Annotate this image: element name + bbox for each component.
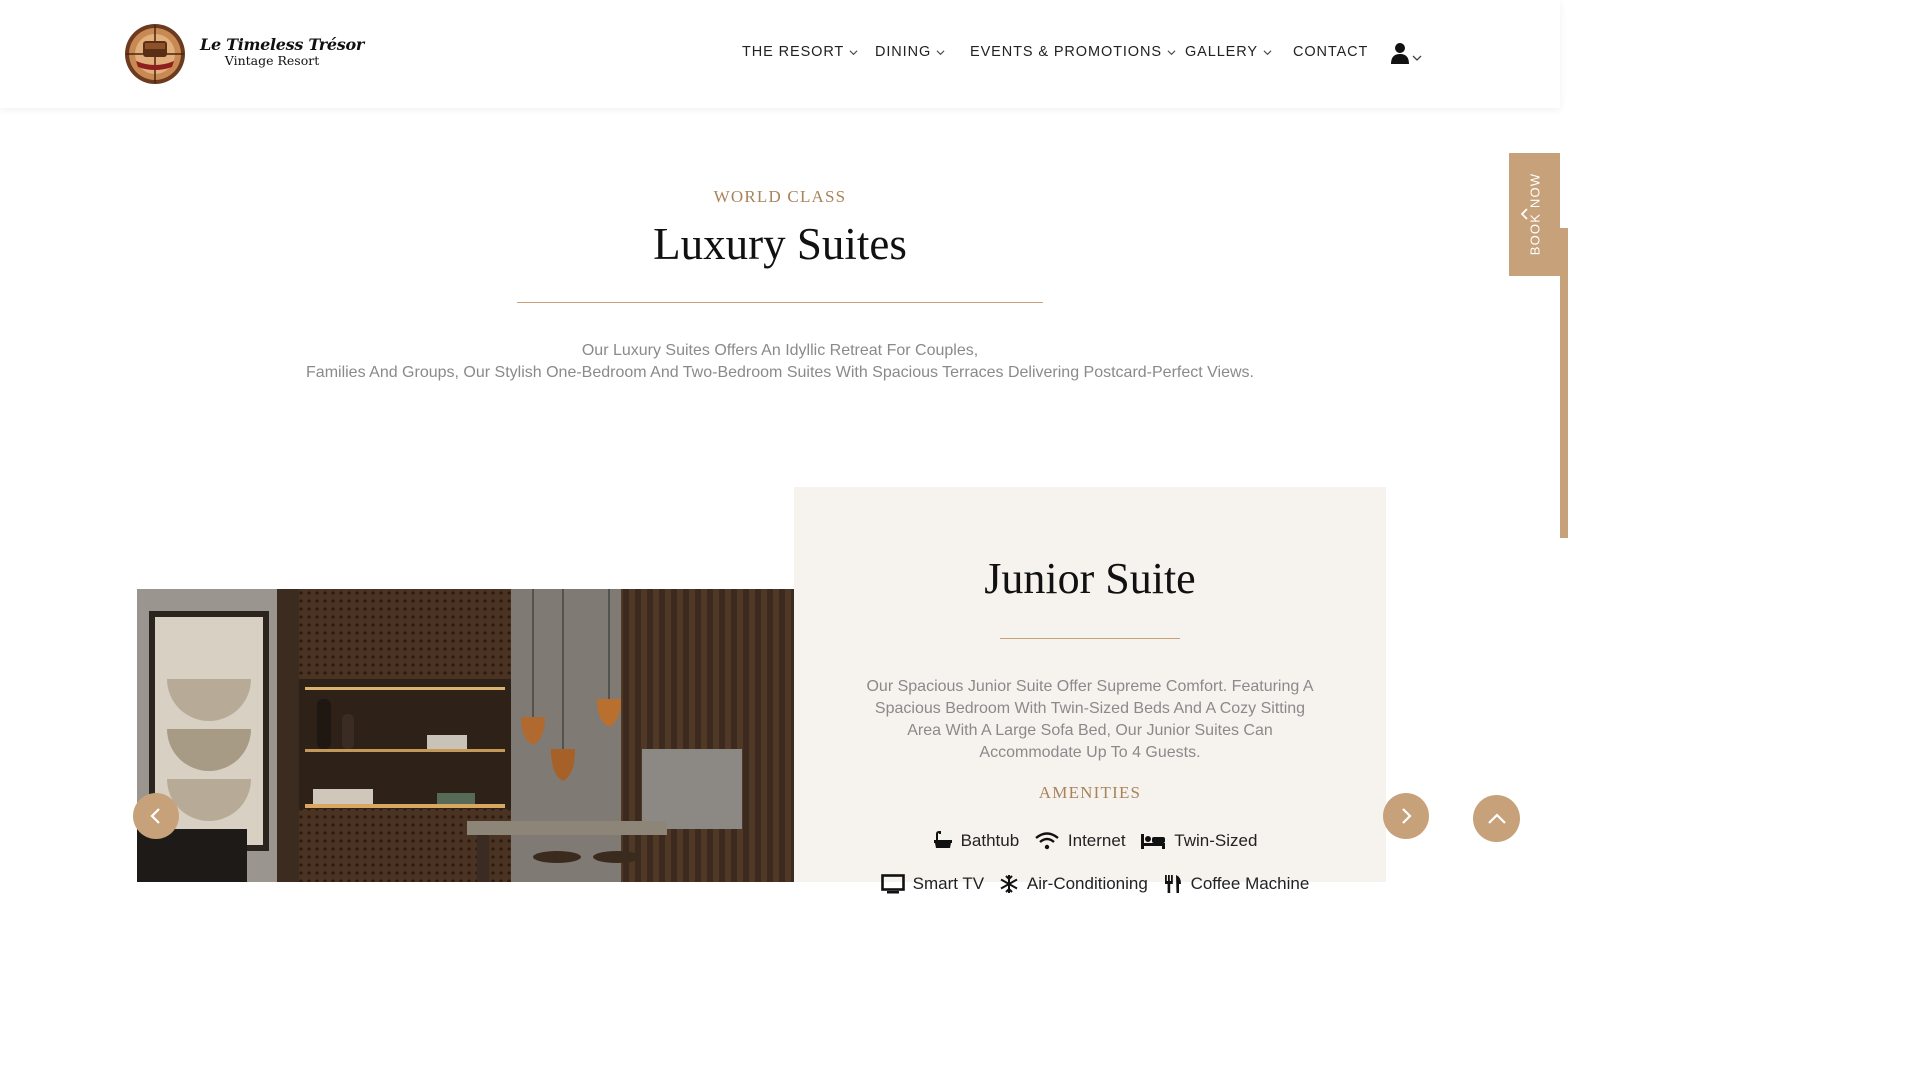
- carousel-next-button[interactable]: [1383, 793, 1429, 839]
- nav-label: GALLERY: [1185, 44, 1258, 60]
- brand-wordmark[interactable]: Le Timeless Trésor Vintage Resort: [200, 35, 364, 68]
- intro-line-1: Our Luxury Suites Offers An Idyllic Retr…: [581, 342, 979, 359]
- chevron-up-icon: [1487, 812, 1506, 824]
- bathtub-icon: [933, 831, 952, 848]
- tv-icon: [880, 874, 905, 894]
- nav-the-resort[interactable]: THE RESORT: [742, 44, 858, 60]
- amenity-air-conditioning: Air-Conditioning: [999, 865, 1148, 903]
- amenity-bathtub: Bathtub: [933, 822, 1020, 860]
- site-header: Le Timeless Trésor Vintage Resort THE RE…: [0, 0, 1560, 108]
- brand-name: Le Timeless Trésor: [200, 35, 364, 54]
- amenity-label: Smart TV: [912, 874, 985, 893]
- suite-divider: [1000, 638, 1180, 639]
- nav-events-promotions[interactable]: EVENTS & PROMOTIONS: [970, 44, 1176, 60]
- chevron-right-icon: [1402, 808, 1412, 824]
- amenity-internet: Internet: [1034, 822, 1126, 860]
- bed-icon: [1141, 834, 1166, 849]
- intro-description: Our Luxury Suites Offers An Idyllic Retr…: [0, 340, 1560, 384]
- chevron-down-icon: [1167, 49, 1176, 55]
- amenity-label: Internet: [1067, 831, 1126, 850]
- nav-label: EVENTS & PROMOTIONS: [970, 44, 1162, 60]
- suite-title: Junior Suite: [984, 554, 1196, 603]
- page-title: Luxury Suites: [653, 219, 907, 269]
- nav-label: CONTACT: [1293, 44, 1369, 60]
- nav-label: DINING: [875, 44, 932, 60]
- chevron-down-icon: [849, 49, 858, 55]
- scroll-to-top-button[interactable]: [1473, 795, 1520, 842]
- wifi-icon: [1035, 832, 1059, 850]
- suite-photo: [137, 589, 794, 882]
- carousel-prev-button[interactable]: [133, 793, 179, 839]
- amenity-bed: Twin-Sized: [1140, 822, 1257, 860]
- nav-label: THE RESORT: [742, 44, 845, 60]
- amenities-list: Bathtub Internet Twin-Sized Smart TV Air…: [870, 822, 1320, 908]
- amenity-label: Air-Conditioning: [1026, 874, 1148, 893]
- utensils-icon: [1164, 875, 1181, 893]
- chevron-down-icon: [1263, 49, 1272, 55]
- section-eyebrow: WORLD CLASS: [713, 187, 847, 206]
- intro-line-2: Families And Groups, Our Stylish One-Bed…: [306, 364, 1254, 381]
- amenity-label: Coffee Machine: [1190, 874, 1310, 893]
- chevron-left-icon: [150, 808, 160, 824]
- amenity-label: Bathtub: [960, 831, 1020, 850]
- title-divider: [517, 302, 1043, 303]
- chevron-down-icon: [936, 49, 945, 55]
- snowflake-icon: [1000, 875, 1018, 893]
- nav-contact[interactable]: CONTACT: [1293, 44, 1368, 60]
- side-accent-strip: [1560, 228, 1568, 538]
- amenity-coffee-machine: Coffee Machine: [1163, 865, 1310, 903]
- amenities-heading: AMENITIES: [1038, 783, 1142, 802]
- suite-description: Our Spacious Junior Suite Offer Supreme …: [866, 678, 1314, 761]
- brand-subtitle: Vintage Resort: [224, 53, 320, 68]
- amenity-tv: Smart TV: [880, 865, 985, 903]
- nav-gallery[interactable]: GALLERY: [1185, 44, 1272, 60]
- user-icon[interactable]: [1390, 42, 1424, 66]
- resort-logo[interactable]: [124, 23, 186, 85]
- suite-interior-illustration: [137, 589, 794, 882]
- nav-dining[interactable]: DINING: [875, 44, 945, 60]
- amenity-label: Twin-Sized: [1174, 831, 1258, 850]
